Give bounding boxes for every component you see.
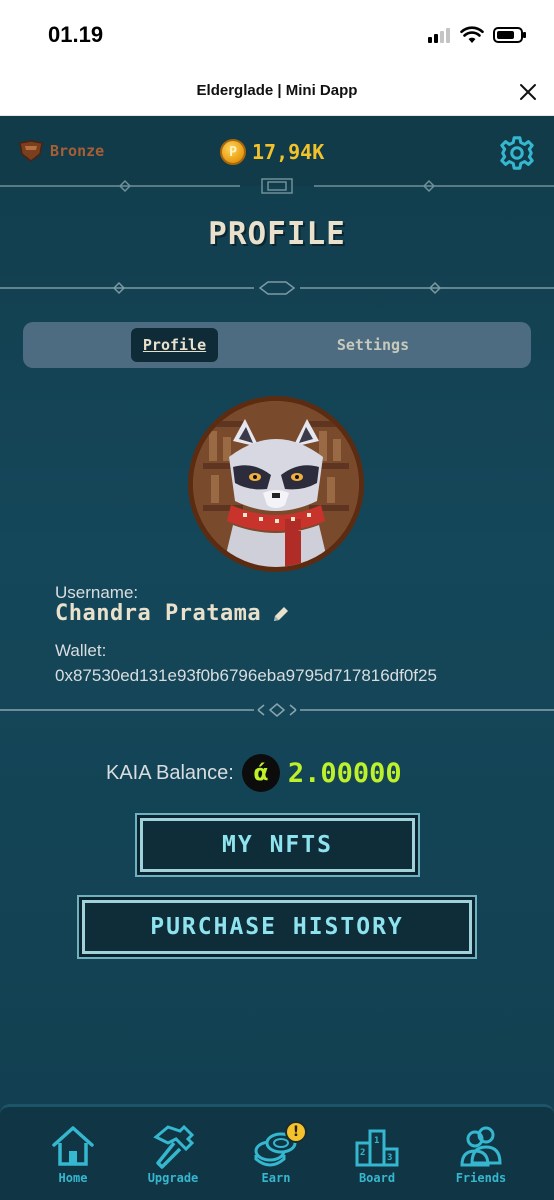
friends-icon	[460, 1126, 502, 1167]
kaia-token-icon: ά	[241, 754, 280, 792]
balance-label: KAIA Balance:	[106, 761, 234, 784]
hammer-icon	[153, 1124, 195, 1169]
nav-friends-label: Friends	[455, 1171, 507, 1185]
svg-text:3: 3	[387, 1153, 392, 1163]
status-bar: 01.19	[0, 0, 554, 64]
earn-alert-badge: !	[285, 1121, 307, 1143]
battery-icon	[493, 27, 526, 43]
svg-text:2: 2	[360, 1148, 365, 1158]
avatar[interactable]	[188, 396, 364, 572]
balance-value: 2.00000	[287, 757, 402, 789]
edit-pencil-icon[interactable]	[271, 604, 291, 624]
mini-app-header: Elderglade | Mini Dapp	[0, 64, 554, 116]
nav-home[interactable]: Home	[28, 1115, 118, 1195]
profile-tabs: Profile Settings	[23, 322, 531, 368]
my-nfts-button[interactable]: MY NFTS	[140, 818, 415, 872]
nav-board-label: Board	[358, 1171, 396, 1185]
home-icon	[52, 1126, 94, 1166]
nav-friends[interactable]: Friends	[436, 1115, 526, 1195]
nav-upgrade-label: Upgrade	[147, 1171, 199, 1185]
gear-icon[interactable]	[498, 134, 536, 172]
username-value: Chandra Pratama	[55, 601, 262, 626]
balance-ornament-divider	[0, 703, 554, 717]
game-screen: Bronze P 17,94K PROFILE Profile Settings…	[0, 116, 554, 1200]
coin-amount: 17,94K	[252, 140, 325, 164]
nav-upgrade[interactable]: Upgrade	[128, 1115, 218, 1195]
close-icon[interactable]	[516, 80, 540, 104]
username-row: Chandra Pratama	[55, 601, 291, 626]
nav-earn-label: Earn	[261, 1171, 291, 1185]
top-ornament-divider	[0, 178, 554, 194]
bronze-shield-icon	[19, 140, 43, 162]
rank-badge[interactable]: Bronze	[18, 140, 104, 162]
coin-balance: P 17,94K	[220, 139, 324, 165]
status-time: 01.19	[48, 22, 104, 47]
coin-icon: P	[220, 139, 246, 165]
purchase-history-button[interactable]: PURCHASE HISTORY	[82, 900, 472, 954]
username-label: Username:	[55, 583, 139, 602]
wallet-address: 0x87530ed131e93f0b6796eba9795d717816df0f…	[55, 666, 437, 685]
app-title: Elderglade | Mini Dapp	[196, 82, 358, 99]
podium-icon: 12 3	[355, 1129, 399, 1167]
raccoon-avatar-image	[193, 401, 359, 567]
tab-profile[interactable]: Profile	[131, 328, 218, 362]
svg-text:1: 1	[374, 1136, 379, 1146]
tab-settings[interactable]: Settings	[321, 328, 425, 362]
kaia-balance: KAIA Balance: ά 2.00000	[106, 754, 402, 792]
bottom-nav: Home Upgrade ! Earn 1 2 3 Board Friends	[0, 1104, 554, 1200]
wifi-icon	[460, 26, 484, 43]
page-title: PROFILE	[208, 216, 346, 252]
title-ornament-divider	[0, 281, 554, 295]
rank-label: Bronze	[50, 142, 105, 160]
nav-board[interactable]: 12 3 Board	[332, 1115, 422, 1195]
game-top-bar: Bronze P 17,94K	[0, 116, 554, 186]
nav-home-label: Home	[58, 1171, 88, 1185]
nav-earn[interactable]: ! Earn	[231, 1115, 321, 1195]
wallet-label: Wallet:	[55, 641, 107, 660]
cellular-signal-icon	[428, 28, 450, 43]
